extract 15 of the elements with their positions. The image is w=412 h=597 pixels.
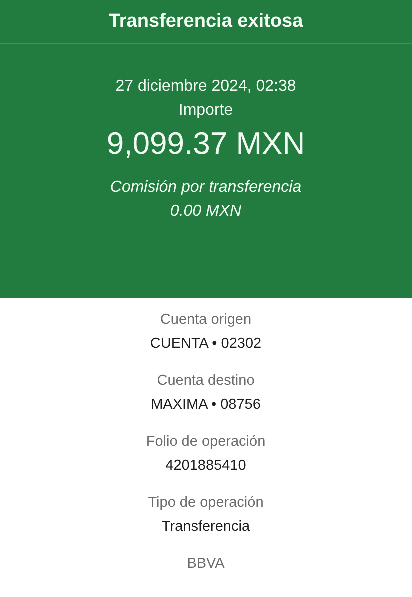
detail-value: 4201885410 [166,457,246,476]
detail-label: Cuenta origen [160,311,252,330]
detail-value: MAXIMA • 08756 [151,396,261,415]
detail-value: CUENTA • 02302 [150,335,262,354]
bank-name: BBVA [187,555,225,574]
fee-label: Comisión por transferencia [110,178,302,198]
detail-label: Folio de operación [146,433,266,452]
detail-label: Cuenta destino [157,372,255,391]
amount-label: Importe [178,101,234,121]
transfer-datetime: 27 diciembre 2024, 02:38 [116,77,296,97]
detail-label: Tipo de operación [148,494,264,513]
detail-value: Transferencia [162,518,250,537]
page-title: Transferencia exitosa [108,10,304,32]
fee-value: 0.00 MXN [170,202,242,222]
amount-value: 9,099.37 MXN [106,125,306,163]
